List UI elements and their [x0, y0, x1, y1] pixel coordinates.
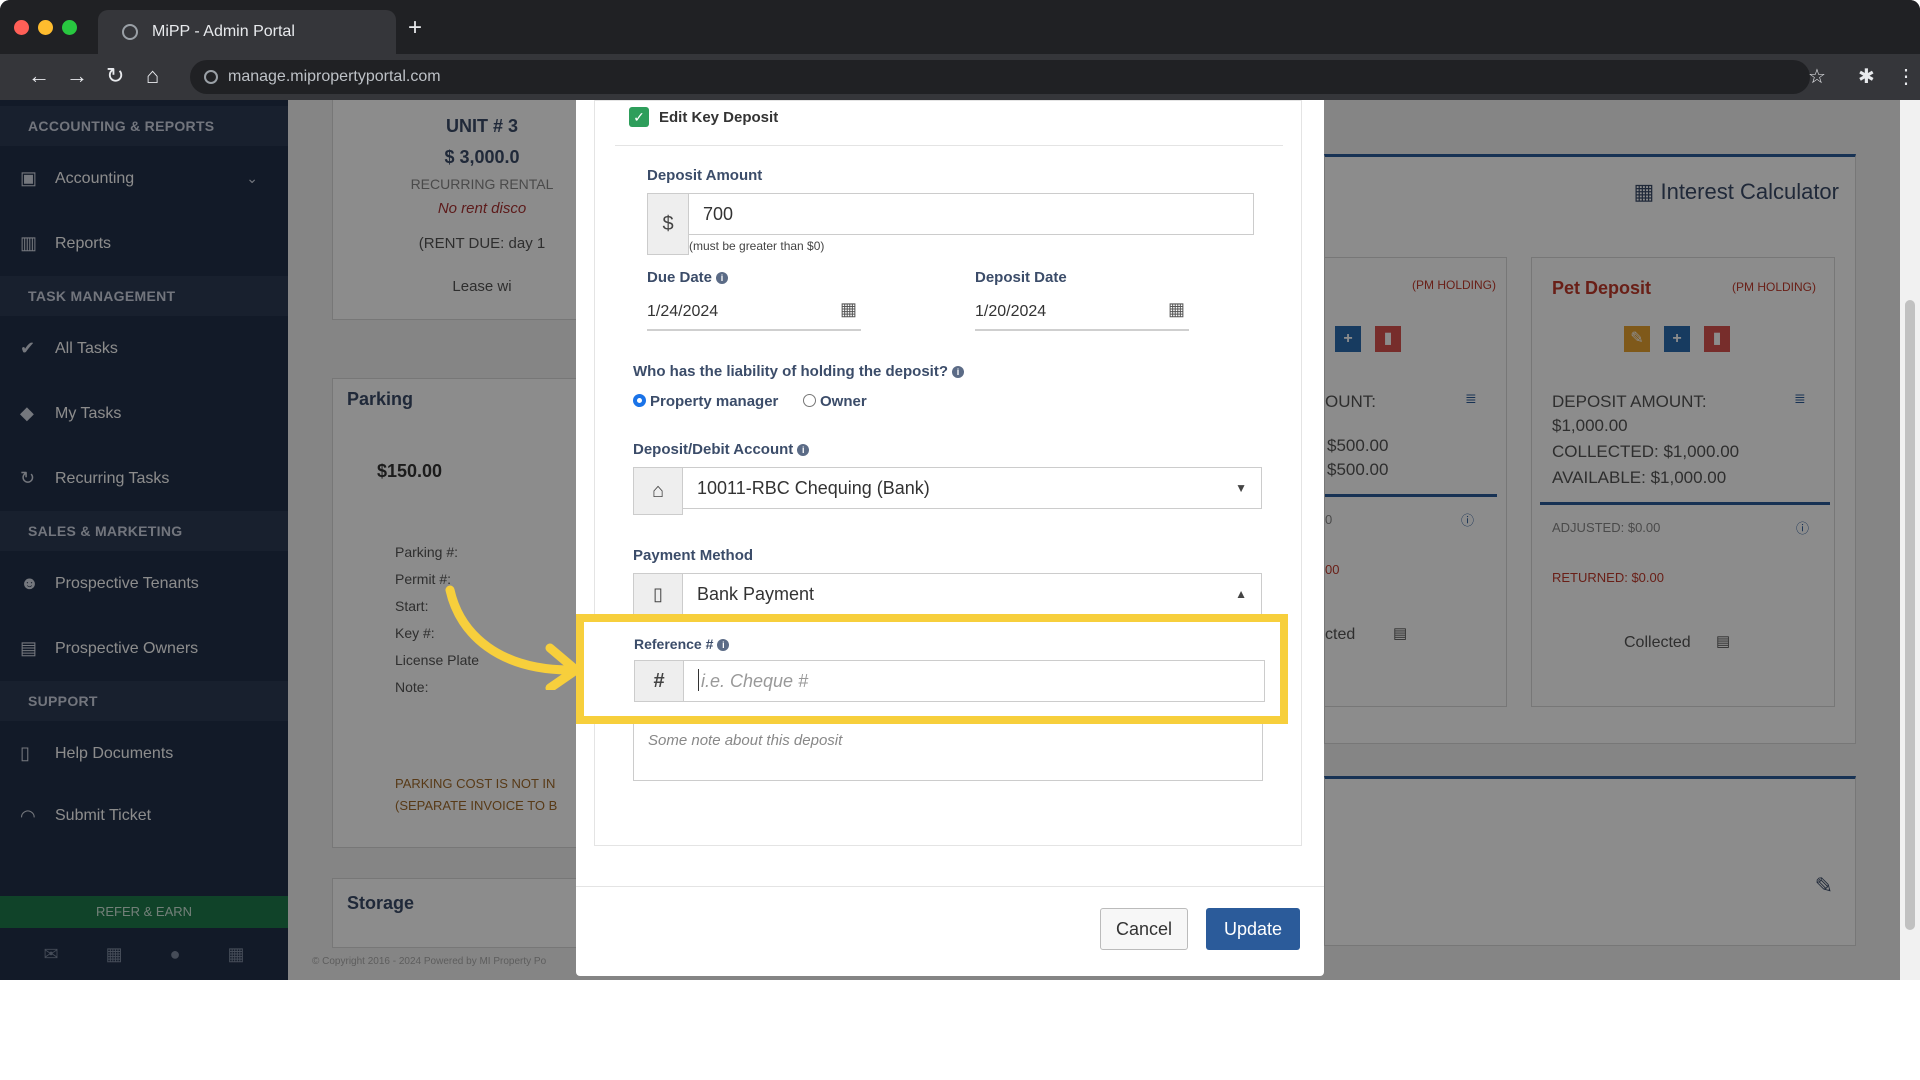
- tab-bar: MiPP - Admin Portal +: [0, 0, 1920, 54]
- note-textarea[interactable]: Some note about this deposit: [633, 721, 1263, 781]
- radio-label: Owner: [820, 393, 867, 410]
- due-date-value: 1/24/2024: [647, 303, 719, 320]
- deposit-amount-help: (must be greater than $0): [689, 239, 825, 253]
- radio-label: Property manager: [650, 393, 779, 410]
- deposit-date-label: Deposit Date: [975, 269, 1067, 286]
- site-info-icon: [204, 70, 218, 84]
- modal-body: ✓ Edit Key Deposit Deposit Amount $ 700 …: [594, 100, 1302, 846]
- account-select[interactable]: 10011-RBC Chequing (Bank) ▼: [682, 467, 1262, 509]
- info-icon[interactable]: i: [952, 366, 964, 378]
- new-tab-button[interactable]: +: [408, 16, 422, 40]
- account-value: 10011-RBC Chequing (Bank): [697, 478, 930, 498]
- browser-menu-icon[interactable]: ⋮: [1896, 64, 1916, 89]
- due-date-input[interactable]: 1/24/2024 ▦: [647, 297, 861, 331]
- liability-label: Who has the liability of holding the dep…: [633, 363, 964, 380]
- update-button[interactable]: Update: [1206, 908, 1300, 950]
- due-date-label-text: Due Date: [647, 269, 713, 286]
- info-icon[interactable]: i: [717, 639, 730, 651]
- browser-window: MiPP - Admin Portal + ← → ↻ ⌂ manage.mip…: [0, 0, 1920, 980]
- reference-placeholder: i.e. Cheque #: [701, 671, 809, 691]
- maximize-window-button[interactable]: [62, 20, 77, 35]
- minimize-window-button[interactable]: [38, 20, 53, 35]
- liability-label-text: Who has the liability of holding the dep…: [633, 363, 948, 380]
- hash-addon: #: [634, 660, 684, 702]
- reference-label: Reference # i: [634, 636, 730, 652]
- page-viewport: ACCOUNTING & REPORTS ▣ Accounting ⌄ ▥ Re…: [0, 100, 1920, 980]
- bank-icon: ⌂: [633, 467, 683, 515]
- radio-unselected-icon: [803, 394, 816, 407]
- back-icon[interactable]: ←: [28, 64, 50, 88]
- text-cursor: [698, 669, 699, 691]
- scrollbar-thumb[interactable]: [1905, 300, 1915, 930]
- reference-highlight-box: Reference # i # i.e. Cheque #: [576, 614, 1288, 724]
- liability-radio-owner[interactable]: Owner: [803, 393, 867, 410]
- reference-input[interactable]: i.e. Cheque #: [683, 660, 1265, 702]
- payment-method-value: Bank Payment: [697, 584, 815, 604]
- close-window-button[interactable]: [14, 20, 29, 35]
- deposit-date-input[interactable]: 1/20/2024 ▦: [975, 297, 1189, 331]
- calendar-icon[interactable]: ▦: [840, 299, 857, 320]
- account-label-text: Deposit/Debit Account: [633, 441, 794, 458]
- deposit-amount-label: Deposit Amount: [647, 167, 763, 184]
- modal-footer-divider: [576, 886, 1324, 887]
- forward-icon[interactable]: →: [66, 64, 88, 88]
- page-scrollbar[interactable]: [1900, 100, 1920, 980]
- caret-down-icon: ▼: [1235, 481, 1247, 495]
- address-bar[interactable]: manage.mipropertyportal.com: [190, 60, 1810, 94]
- deposit-date-value: 1/20/2024: [975, 303, 1047, 320]
- reference-label-text: Reference #: [634, 636, 714, 652]
- payment-method-select[interactable]: Bank Payment ▲: [682, 573, 1262, 615]
- account-label: Deposit/Debit Account i: [633, 441, 810, 458]
- currency-addon: $: [647, 193, 689, 255]
- reload-icon[interactable]: ↻: [106, 64, 124, 88]
- radio-selected-icon: [633, 394, 646, 407]
- tab-title: MiPP - Admin Portal: [152, 23, 295, 40]
- browser-tab[interactable]: MiPP - Admin Portal: [98, 10, 396, 54]
- edit-key-deposit-checkbox[interactable]: ✓: [629, 107, 649, 127]
- payment-method-label: Payment Method: [633, 547, 754, 564]
- cancel-button[interactable]: Cancel: [1100, 908, 1188, 950]
- file-icon: ▯: [633, 573, 683, 615]
- home-icon[interactable]: ⌂: [146, 64, 159, 88]
- caret-up-icon: ▲: [1235, 587, 1247, 601]
- browser-toolbar: ← → ↻ ⌂ manage.mipropertyportal.com ☆ ✱ …: [0, 54, 1920, 100]
- extensions-icon[interactable]: ✱: [1858, 64, 1875, 89]
- edit-deposit-modal: ✓ Edit Key Deposit Deposit Amount $ 700 …: [576, 100, 1324, 976]
- due-date-label: Due Date i: [647, 269, 729, 286]
- edit-key-deposit-label: Edit Key Deposit: [659, 109, 779, 126]
- liability-radio-pm[interactable]: Property manager: [633, 393, 778, 410]
- deposit-amount-input[interactable]: 700: [688, 193, 1254, 235]
- info-icon[interactable]: i: [716, 272, 729, 284]
- annotation-arrow-icon: [445, 585, 581, 690]
- url-text: manage.mipropertyportal.com: [228, 68, 441, 85]
- bookmark-star-icon[interactable]: ☆: [1808, 64, 1826, 89]
- divider: [615, 145, 1283, 146]
- info-icon[interactable]: i: [797, 444, 810, 456]
- calendar-icon[interactable]: ▦: [1168, 299, 1185, 320]
- globe-icon: [122, 24, 138, 40]
